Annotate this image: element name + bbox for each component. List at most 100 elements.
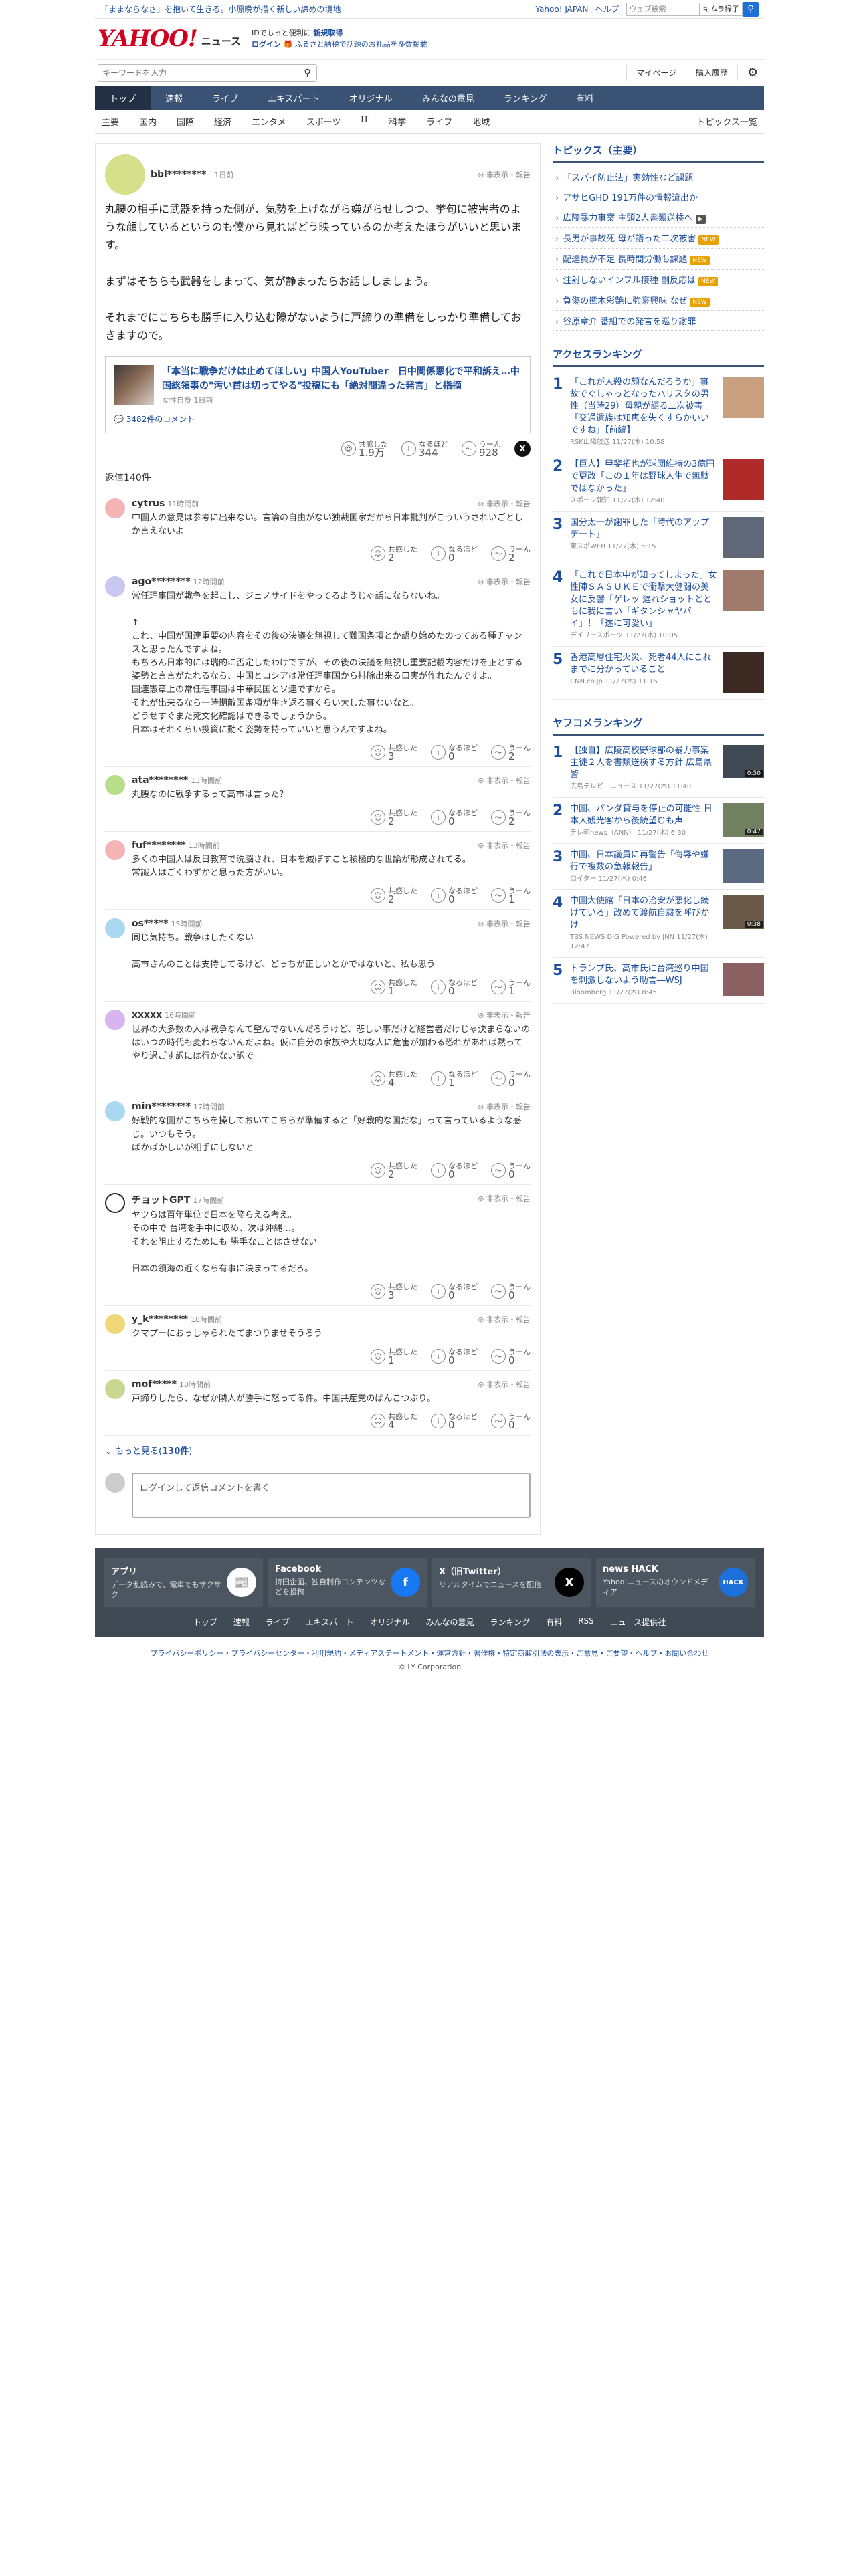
tab-4[interactable]: オリジナル bbox=[335, 86, 407, 110]
hide-report-button[interactable]: ⊘ 非表示・報告 bbox=[478, 498, 531, 509]
empathy-button[interactable]: ☺ 共感した 4 bbox=[371, 1412, 417, 1430]
empathy-button[interactable]: ☺ 共感した 1.9万 bbox=[341, 440, 388, 458]
user-name[interactable]: ago******** bbox=[132, 576, 191, 587]
topic-item[interactable]: 長男が事故死 母が語った二次被害NEW bbox=[553, 228, 764, 249]
user-name[interactable]: ata******** bbox=[132, 775, 188, 786]
hide-report-button[interactable]: ⊘ 非表示・報告 bbox=[478, 1101, 531, 1112]
subnav-item-2[interactable]: 国際 bbox=[177, 115, 194, 128]
naruhodo-button[interactable]: i なるほど 0 bbox=[431, 978, 478, 996]
naruhodo-button[interactable]: i なるほど 0 bbox=[431, 545, 478, 563]
footer-link[interactable]: ランキング bbox=[490, 1616, 531, 1628]
ranking-item[interactable]: 1 「これが人殺の顔なんだろうか」事故でぐしゃっとなったハリスタの男性（当時29）… bbox=[553, 371, 764, 453]
furusato-link[interactable]: ふるさと納税で話題のお礼品を多数掲載 bbox=[295, 40, 427, 49]
topic-item[interactable]: 「スパイ防止法」実効性など課題 bbox=[553, 167, 764, 187]
yahoo-japan-link[interactable]: Yahoo! JAPAN bbox=[535, 5, 588, 14]
more-replies-link[interactable]: ⌄ もっと見る(130件) bbox=[105, 1436, 531, 1465]
footer-card[interactable]: X（旧Twitter） リアルタイムでニュースを配信 X bbox=[432, 1558, 591, 1607]
ranking-item[interactable]: 2 【巨人】甲斐拓也が球団維持の3億円で更改「この１年は野球人生で無駄ではなかった… bbox=[553, 453, 764, 512]
ranking-item[interactable]: 3 国分太一が謝罪した「時代のアップデート」 東スポWEB 11/27(木) 5:1… bbox=[553, 512, 764, 564]
naruhodo-button[interactable]: i なるほど 0 bbox=[431, 1162, 478, 1180]
footer-card[interactable]: news HACK Yahoo!ニュースのオウンドメディア HACK bbox=[596, 1558, 755, 1607]
ranking-item[interactable]: 4 中国大使館「日本の治安が悪化し続けている」改めて渡航自粛を呼びかけ TBS NE… bbox=[553, 890, 764, 958]
user-name[interactable]: fuf******** bbox=[132, 840, 186, 851]
hide-report-button[interactable]: ⊘ 非表示・報告 bbox=[478, 775, 531, 786]
topic-item[interactable]: 広陵暴力事案 主頭2人書類送検へ▶ bbox=[553, 207, 764, 228]
footer-link[interactable]: 速報 bbox=[233, 1616, 250, 1628]
search-icon[interactable]: ⚲ bbox=[298, 64, 317, 82]
tab-6[interactable]: ランキング bbox=[489, 86, 562, 110]
ranking-item[interactable]: 3 中国、日本議員に再警告「侮辱や嫌行で複数の急報報告」 ロイター 11/27(木)… bbox=[553, 844, 764, 890]
user-name[interactable]: チョットGPT bbox=[132, 1195, 190, 1206]
footer-link[interactable]: みんなの意見 bbox=[426, 1616, 474, 1628]
empathy-button[interactable]: ☺ 共感した 2 bbox=[371, 1162, 417, 1180]
footer-link[interactable]: ライブ bbox=[266, 1616, 290, 1628]
subnav-item-4[interactable]: エンタメ bbox=[252, 115, 286, 128]
tab-0[interactable]: トップ bbox=[95, 86, 151, 110]
trend-keyword[interactable]: キムラ緑子 bbox=[699, 2, 743, 16]
footer-link[interactable]: ニュース提供社 bbox=[610, 1616, 666, 1628]
empathy-button[interactable]: ☺ 共感した 2 bbox=[371, 809, 417, 827]
uun-button[interactable]: ～うーん 0 bbox=[491, 1070, 531, 1088]
footer-link[interactable]: エキスパート bbox=[306, 1616, 354, 1628]
rank-title[interactable]: 香港高層住宅火災、死者44人にこれまでに分かっていること bbox=[570, 652, 717, 676]
topic-item[interactable]: 谷原章介 番組での発言を巡り謝罪 bbox=[553, 311, 764, 331]
uun-button[interactable]: ～うーん 0 bbox=[491, 1283, 531, 1301]
tab-1[interactable]: 速報 bbox=[151, 86, 197, 110]
rank-title[interactable]: 【独自】広陵高校野球部の暴力事案 主徒２人を書類送検する方針 広島県警 bbox=[570, 745, 717, 781]
ranking-item[interactable]: 4 「これで日本中が知ってしまった」女性陣ＳＡＳＵＫＥで衝撃大健闘の美女に反響「ゲ… bbox=[553, 564, 764, 647]
signup-link[interactable]: 新規取得 bbox=[313, 29, 343, 37]
user-name[interactable]: mof***** bbox=[132, 1379, 177, 1390]
empathy-button[interactable]: ☺ 共感した 1 bbox=[371, 978, 417, 996]
footer-card[interactable]: Facebook 持田企画、独自制作コンテンツなどを投稿 f bbox=[268, 1558, 427, 1607]
tab-7[interactable]: 有料 bbox=[561, 86, 608, 110]
user-name[interactable]: cytrus bbox=[132, 498, 165, 509]
ranking-item[interactable]: 5 トランプ氏、高市氏に台湾巡り中国を刺激しないよう助言―WSJ Bloomberg… bbox=[553, 958, 764, 1004]
article-card[interactable]: 「本当に戦争だけは止めてほしい」中国人YouTuber 日中関係悪化で平和訴え…… bbox=[105, 356, 531, 433]
tab-5[interactable]: みんなの意見 bbox=[407, 86, 489, 110]
topic-item[interactable]: 配達員が不足 長時間労働も課題NEW bbox=[553, 249, 764, 270]
footer-card[interactable]: アプリ データ乱読みで、電車でもサクサク 📰 bbox=[104, 1558, 263, 1607]
gear-icon[interactable]: ⚙ bbox=[737, 64, 764, 81]
mypage-link[interactable]: マイページ bbox=[626, 64, 686, 81]
naruhodo-button[interactable]: i なるほど 0 bbox=[431, 809, 478, 827]
naruhodo-button[interactable]: i なるほど 0 bbox=[431, 1283, 478, 1301]
user-name[interactable]: min******** bbox=[132, 1101, 191, 1112]
rank-title[interactable]: 中国大使館「日本の治安が悪化し続けている」改めて渡航自粛を呼びかけ bbox=[570, 895, 717, 932]
rank-title[interactable]: 【巨人】甲斐拓也が球団維持の3億円で更改「この１年は野球人生で無駄ではなかった」 bbox=[570, 459, 717, 495]
topics-title[interactable]: トピックス（主要） bbox=[553, 143, 764, 163]
hide-report-button[interactable]: ⊘ 非表示・報告 bbox=[478, 840, 531, 851]
topic-item[interactable]: アサヒGHD 191万件の情報流出か bbox=[553, 187, 764, 207]
rank-title[interactable]: 「これで日本中が知ってしまった」女性陣ＳＡＳＵＫＥで衝撃大健闘の美女に反響「ゲレ… bbox=[570, 570, 717, 630]
rank-title[interactable]: 国分太一が謝罪した「時代のアップデート」 bbox=[570, 517, 717, 541]
reply-input[interactable]: ログインして返信コメントを書く bbox=[132, 1473, 531, 1518]
uun-button[interactable]: ～うーん 1 bbox=[491, 978, 531, 996]
footer-link[interactable]: 有料 bbox=[546, 1616, 562, 1628]
promo-link[interactable]: 「ままならなさ」を抱いて生きる。小原晩が描く新しい諦めの境地 bbox=[100, 3, 341, 15]
user-name[interactable]: y_k******** bbox=[132, 1314, 188, 1325]
naruhodo-button[interactable]: i なるほど 0 bbox=[431, 1348, 478, 1366]
subnav-item-0[interactable]: 主要 bbox=[102, 115, 119, 128]
access-ranking-title[interactable]: アクセスランキング bbox=[553, 347, 764, 367]
uun-button[interactable]: ～うーん 0 bbox=[491, 1348, 531, 1366]
user-name[interactable]: xxxxx bbox=[132, 1010, 162, 1021]
uun-button[interactable]: ～うーん 928 bbox=[462, 440, 501, 458]
rank-title[interactable]: 中国、パンダ貸与を停止の可能性 日本人観光客から後続望むも声 bbox=[570, 803, 717, 827]
subnav-item-6[interactable]: IT bbox=[361, 115, 369, 128]
uun-button[interactable]: ～うーん 0 bbox=[491, 1412, 531, 1430]
uun-button[interactable]: ～うーん 2 bbox=[491, 809, 531, 827]
empathy-button[interactable]: ☺ 共感した 4 bbox=[371, 1070, 417, 1088]
subnav-item-1[interactable]: 国内 bbox=[139, 115, 157, 128]
subnav-item-3[interactable]: 経済 bbox=[214, 115, 231, 128]
footer-link[interactable]: RSS bbox=[578, 1616, 594, 1628]
uun-button[interactable]: ～うーん 0 bbox=[491, 1162, 531, 1180]
rank-title[interactable]: 中国、日本議員に再警告「侮辱や嫌行で複数の急報報告」 bbox=[570, 849, 717, 873]
hide-report-button[interactable]: ⊘ 非表示・報告 bbox=[478, 1314, 531, 1325]
subnav-item-8[interactable]: ライフ bbox=[426, 115, 452, 128]
rank-title[interactable]: 「これが人殺の顔なんだろうか」事故でぐしゃっとなったハリスタの男性（当時29）母… bbox=[570, 377, 717, 437]
topic-item[interactable]: 注射しないインフル接種 副反応はNEW bbox=[553, 270, 764, 290]
hide-report-button[interactable]: ⊘ 非表示・報告 bbox=[478, 576, 531, 587]
rank-title[interactable]: トランプ氏、高市氏に台湾巡り中国を刺激しないよう助言―WSJ bbox=[570, 963, 717, 987]
hide-report-button[interactable]: ⊘ 非表示・報告 bbox=[478, 1193, 531, 1206]
uun-button[interactable]: ～うーん 2 bbox=[491, 744, 531, 762]
comment-ranking-title[interactable]: ヤフコメランキング bbox=[553, 716, 764, 736]
